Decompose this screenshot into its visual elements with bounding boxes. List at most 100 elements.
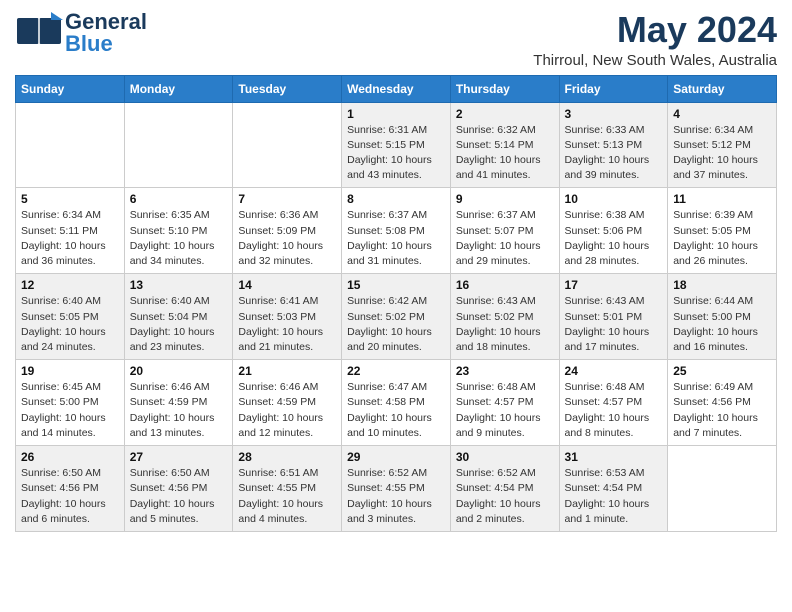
day-detail: Sunrise: 6:36 AM Sunset: 5:09 PM Dayligh… [238,208,336,269]
day-number: 7 [238,192,336,206]
calendar-day-cell: 4Sunrise: 6:34 AM Sunset: 5:12 PM Daylig… [668,102,777,188]
weekday-header-tuesday: Tuesday [233,75,342,102]
day-number: 20 [130,364,228,378]
day-number: 17 [565,278,663,292]
day-number: 29 [347,450,445,464]
calendar-day-cell: 14Sunrise: 6:41 AM Sunset: 5:03 PM Dayli… [233,274,342,360]
day-number: 16 [456,278,554,292]
location-title: Thirroul, New South Wales, Australia [533,52,777,69]
weekday-header-monday: Monday [124,75,233,102]
day-number: 15 [347,278,445,292]
day-number: 24 [565,364,663,378]
day-detail: Sunrise: 6:47 AM Sunset: 4:58 PM Dayligh… [347,380,445,441]
day-number: 19 [21,364,119,378]
calendar-day-cell: 1 Sunrise: 6:31 AM Sunset: 5:15 PM Daylig… [342,102,451,188]
logo: General Blue [15,10,147,55]
day-number: 25 [673,364,771,378]
calendar-day-cell: 30 Sunrise: 6:52 AM Sunset: 4:54 PM Dayli… [450,446,559,532]
day-number: 23 [456,364,554,378]
day-number: 9 [456,192,554,206]
day-detail: Sunrise: 6:46 AM Sunset: 4:59 PM Dayligh… [238,380,336,441]
calendar-day-cell: 6Sunrise: 6:35 AM Sunset: 5:10 PM Daylig… [124,188,233,274]
day-number: 18 [673,278,771,292]
calendar-day-cell: 2Sunrise: 6:32 AM Sunset: 5:14 PM Daylig… [450,102,559,188]
day-number: 12 [21,278,119,292]
logo-general-text: General [65,11,147,33]
day-detail: Sunrise: 6:48 AM Sunset: 4:57 PM Dayligh… [456,380,554,441]
calendar-day-cell: 27 Sunrise: 6:50 AM Sunset: 4:56 PM Dayli… [124,446,233,532]
calendar-day-cell: 9 Sunrise: 6:37 AM Sunset: 5:07 PM Daylig… [450,188,559,274]
day-detail: Sunrise: 6:49 AM Sunset: 4:56 PM Dayligh… [673,380,771,441]
day-detail: Sunrise: 6:42 AM Sunset: 5:02 PM Dayligh… [347,294,445,355]
weekday-header-row: SundayMondayTuesdayWednesdayThursdayFrid… [16,75,777,102]
day-detail: Sunrise: 6:46 AM Sunset: 4:59 PM Dayligh… [130,380,228,441]
month-title: May 2024 [533,10,777,50]
calendar-day-cell: 28Sunrise: 6:51 AM Sunset: 4:55 PM Dayli… [233,446,342,532]
calendar-week-row: 26Sunrise: 6:50 AM Sunset: 4:56 PM Dayli… [16,446,777,532]
day-detail: Sunrise: 6:41 AM Sunset: 5:03 PM Dayligh… [238,294,336,355]
day-number: 31 [565,450,663,464]
calendar-day-cell [668,446,777,532]
title-area: May 2024 Thirroul, New South Wales, Aust… [533,10,777,69]
calendar-table: SundayMondayTuesdayWednesdayThursdayFrid… [15,75,777,532]
day-detail: Sunrise: 6:52 AM Sunset: 4:54 PM Dayligh… [456,466,554,527]
day-number: 21 [238,364,336,378]
calendar-day-cell: 20 Sunrise: 6:46 AM Sunset: 4:59 PM Dayli… [124,360,233,446]
weekday-header-saturday: Saturday [668,75,777,102]
day-detail: Sunrise: 6:43 AM Sunset: 5:02 PM Dayligh… [456,294,554,355]
weekday-header-thursday: Thursday [450,75,559,102]
day-detail: Sunrise: 6:44 AM Sunset: 5:00 PM Dayligh… [673,294,771,355]
calendar-day-cell: 5Sunrise: 6:34 AM Sunset: 5:11 PM Daylig… [16,188,125,274]
calendar-day-cell: 29 Sunrise: 6:52 AM Sunset: 4:55 PM Dayli… [342,446,451,532]
calendar-day-cell: 23 Sunrise: 6:48 AM Sunset: 4:57 PM Dayli… [450,360,559,446]
calendar-day-cell [16,102,125,188]
calendar-day-cell: 13 Sunrise: 6:40 AM Sunset: 5:04 PM Dayli… [124,274,233,360]
day-number: 3 [565,107,663,121]
day-number: 4 [673,107,771,121]
calendar-day-cell: 22Sunrise: 6:47 AM Sunset: 4:58 PM Dayli… [342,360,451,446]
day-detail: Sunrise: 6:40 AM Sunset: 5:04 PM Dayligh… [130,294,228,355]
calendar-day-cell: 17 Sunrise: 6:43 AM Sunset: 5:01 PM Dayli… [559,274,668,360]
calendar-day-cell [233,102,342,188]
day-number: 30 [456,450,554,464]
day-detail: Sunrise: 6:39 AM Sunset: 5:05 PM Dayligh… [673,208,771,269]
calendar-day-cell: 7 Sunrise: 6:36 AM Sunset: 5:09 PM Daylig… [233,188,342,274]
day-detail: Sunrise: 6:33 AM Sunset: 5:13 PM Dayligh… [565,123,663,184]
calendar-day-cell: 3 Sunrise: 6:33 AM Sunset: 5:13 PM Daylig… [559,102,668,188]
logo-blue-text: Blue [65,33,147,55]
day-detail: Sunrise: 6:51 AM Sunset: 4:55 PM Dayligh… [238,466,336,527]
logo-icon [15,10,63,50]
day-number: 6 [130,192,228,206]
day-detail: Sunrise: 6:31 AM Sunset: 5:15 PM Dayligh… [347,123,445,184]
calendar-week-row: 1 Sunrise: 6:31 AM Sunset: 5:15 PM Daylig… [16,102,777,188]
calendar-week-row: 12Sunrise: 6:40 AM Sunset: 5:05 PM Dayli… [16,274,777,360]
calendar-day-cell [124,102,233,188]
day-detail: Sunrise: 6:37 AM Sunset: 5:08 PM Dayligh… [347,208,445,269]
day-number: 27 [130,450,228,464]
day-detail: Sunrise: 6:43 AM Sunset: 5:01 PM Dayligh… [565,294,663,355]
day-detail: Sunrise: 6:48 AM Sunset: 4:57 PM Dayligh… [565,380,663,441]
day-detail: Sunrise: 6:53 AM Sunset: 4:54 PM Dayligh… [565,466,663,527]
calendar-day-cell: 31 Sunrise: 6:53 AM Sunset: 4:54 PM Dayli… [559,446,668,532]
calendar-week-row: 19Sunrise: 6:45 AM Sunset: 5:00 PM Dayli… [16,360,777,446]
day-number: 11 [673,192,771,206]
day-number: 13 [130,278,228,292]
day-number: 8 [347,192,445,206]
day-detail: Sunrise: 6:38 AM Sunset: 5:06 PM Dayligh… [565,208,663,269]
day-number: 1 [347,107,445,121]
day-detail: Sunrise: 6:32 AM Sunset: 5:14 PM Dayligh… [456,123,554,184]
weekday-header-sunday: Sunday [16,75,125,102]
day-detail: Sunrise: 6:52 AM Sunset: 4:55 PM Dayligh… [347,466,445,527]
header: General Blue May 2024 Thirroul, New Sout… [15,10,777,69]
calendar-week-row: 5Sunrise: 6:34 AM Sunset: 5:11 PM Daylig… [16,188,777,274]
day-detail: Sunrise: 6:50 AM Sunset: 4:56 PM Dayligh… [21,466,119,527]
day-detail: Sunrise: 6:50 AM Sunset: 4:56 PM Dayligh… [130,466,228,527]
calendar-day-cell: 11 Sunrise: 6:39 AM Sunset: 5:05 PM Dayli… [668,188,777,274]
day-detail: Sunrise: 6:37 AM Sunset: 5:07 PM Dayligh… [456,208,554,269]
day-detail: Sunrise: 6:34 AM Sunset: 5:11 PM Dayligh… [21,208,119,269]
calendar-day-cell: 24 Sunrise: 6:48 AM Sunset: 4:57 PM Dayli… [559,360,668,446]
weekday-header-friday: Friday [559,75,668,102]
calendar-day-cell: 21 Sunrise: 6:46 AM Sunset: 4:59 PM Dayli… [233,360,342,446]
calendar-day-cell: 19Sunrise: 6:45 AM Sunset: 5:00 PM Dayli… [16,360,125,446]
calendar-day-cell: 18 Sunrise: 6:44 AM Sunset: 5:00 PM Dayli… [668,274,777,360]
